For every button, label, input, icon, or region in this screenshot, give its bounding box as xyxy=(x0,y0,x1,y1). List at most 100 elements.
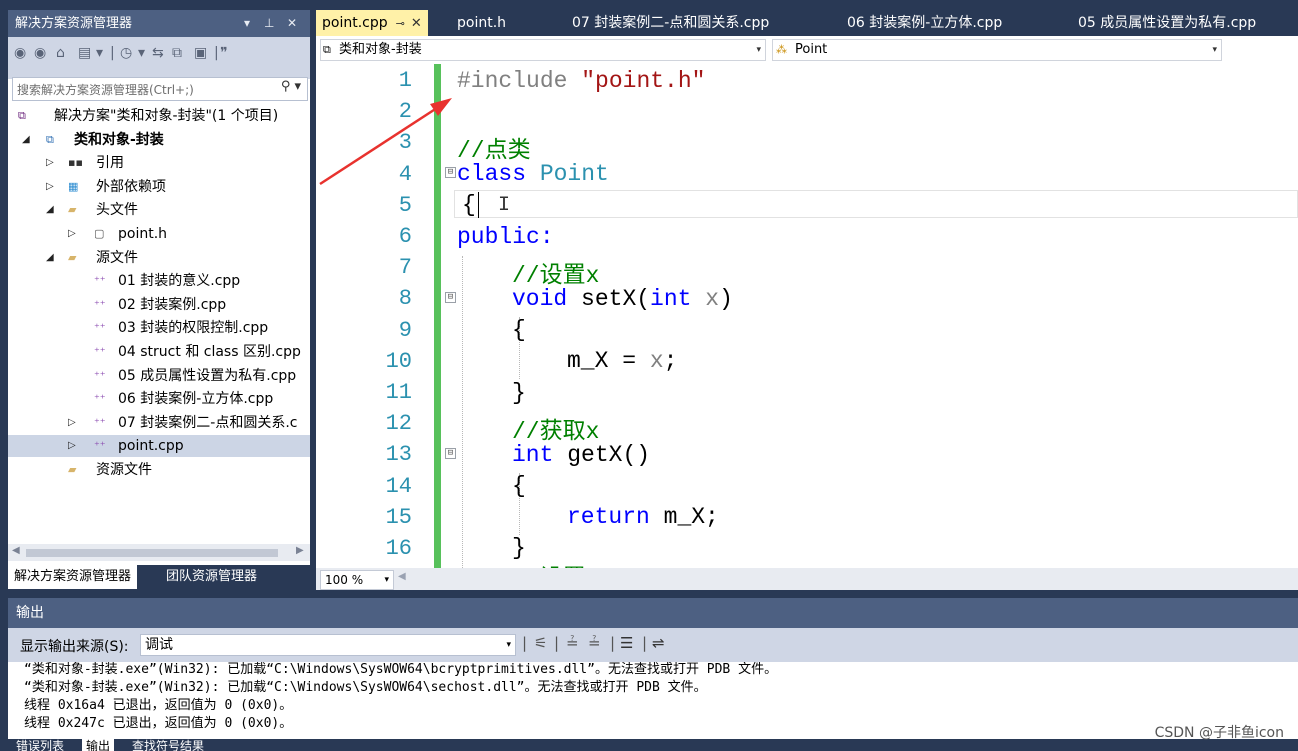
search-icon[interactable]: ⚲ ▾ xyxy=(281,79,301,94)
tab-output[interactable]: 输出 xyxy=(82,739,115,751)
line-number: 2 xyxy=(398,99,412,125)
collapsed-arrow-icon[interactable]: ▷ xyxy=(46,152,54,174)
tab-label: point.cpp xyxy=(322,15,388,31)
cpp-file-icon: ⁺⁺ xyxy=(94,321,106,335)
panel-menu-icon[interactable]: ▾ xyxy=(244,10,250,37)
word-wrap-icon[interactable]: ⇌ xyxy=(652,634,665,652)
pin-tab-icon[interactable]: ⊸ xyxy=(396,17,405,30)
tree-item[interactable]: ⁺⁺ 02 封装案例.cpp xyxy=(8,294,310,316)
zoom-dropdown[interactable]: 100 % ▾ xyxy=(320,570,394,590)
back-icon[interactable]: ◉ xyxy=(14,45,26,61)
fold-class-icon[interactable]: ⊟ xyxy=(445,167,456,178)
tree-item[interactable]: ◢ ▰ 源文件 xyxy=(8,247,310,269)
fold-setx-icon[interactable]: ⊟ xyxy=(445,292,456,303)
tree-item-label: 03 封装的权限控制.cpp xyxy=(118,320,269,337)
tab-point-cpp[interactable]: point.cpp ⊸ ✕ xyxy=(316,10,428,36)
find-message-icon[interactable]: ⚟ xyxy=(534,634,547,652)
pending-changes-icon[interactable]: ◷ xyxy=(120,45,132,61)
code-line-11: } xyxy=(512,380,526,406)
tree-item[interactable]: ◢ ⧉ 类和对象-封装 xyxy=(8,129,310,151)
change-tracking-bar xyxy=(434,64,441,568)
pin-icon[interactable]: ⊥ xyxy=(264,10,274,37)
member-dropdown[interactable]: ⁂ Point ▾ xyxy=(772,39,1222,61)
collapse-all-icon[interactable]: ⧉ xyxy=(172,45,182,61)
cpp-file-icon: ⁺⁺ xyxy=(94,439,106,453)
solution-search-input[interactable]: 搜索解决方案资源管理器(Ctrl+;) ⚲ ▾ xyxy=(12,77,308,101)
scope-dropdown[interactable]: ⧉ 类和对象-封装 ▾ xyxy=(320,39,766,61)
next-message-icon[interactable]: ≟ xyxy=(588,634,601,652)
separator-icon: | xyxy=(554,634,560,652)
tab-error-list[interactable]: 错误列表 xyxy=(12,739,68,751)
code-line-6: public: xyxy=(457,224,554,250)
expanded-arrow-icon[interactable]: ◢ xyxy=(22,129,30,151)
tree-item[interactable]: ▷ ⁺⁺ 07 封装案例二-点和圆关系.c xyxy=(8,412,310,434)
tab-solution-explorer[interactable]: 解决方案资源管理器 xyxy=(8,565,138,589)
sync-icon[interactable]: ⇆ xyxy=(152,45,164,61)
tree-item[interactable]: ▷ ⁺⁺ point.cpp xyxy=(8,435,310,458)
output-source-dropdown[interactable]: 调试 ▾ xyxy=(140,634,516,656)
fold-getx-icon[interactable]: ⊟ xyxy=(445,448,456,459)
header-file-icon: ▢ xyxy=(94,227,105,240)
close-tab-icon[interactable]: ✕ xyxy=(411,16,422,31)
tree-item[interactable]: ◢ ▰ 头文件 xyxy=(8,199,310,221)
collapsed-arrow-icon[interactable]: ▷ xyxy=(68,435,76,457)
collapsed-arrow-icon[interactable]: ▷ xyxy=(46,176,54,198)
navigation-bar: ⧉ 类和对象-封装 ▾ ⁂ Point ▾ xyxy=(316,36,1298,65)
scroll-thumb[interactable] xyxy=(26,549,278,557)
chevron-down-icon: ▾ xyxy=(1212,45,1217,55)
tree-item[interactable]: ▷ ▪▪ 引用 xyxy=(8,152,310,174)
collapsed-arrow-icon[interactable]: ▷ xyxy=(68,412,76,434)
tree-item[interactable]: ▷ ▦ 外部依赖项 xyxy=(8,176,310,198)
chevron-down-icon: ▾ xyxy=(384,575,389,585)
home-icon[interactable]: ⌂ xyxy=(56,45,65,61)
tree-item[interactable]: ⁺⁺ 01 封装的意义.cpp xyxy=(8,270,310,292)
properties-icon[interactable]: ❞ xyxy=(220,45,228,61)
tree-item-label: 01 封装的意义.cpp xyxy=(118,273,241,290)
tree-item-label: 外部依赖项 xyxy=(96,178,166,195)
previous-message-icon[interactable]: ≟ xyxy=(566,634,579,652)
tree-item-label: 07 封装案例二-点和圆关系.c xyxy=(118,414,298,431)
horizontal-scrollbar[interactable]: ◀ ▶ xyxy=(8,544,310,561)
separator-icon: | xyxy=(610,634,616,652)
code-line-8: void setX(int x) xyxy=(512,286,733,312)
dropdown-icon[interactable]: ▾ xyxy=(96,45,103,61)
tree-item[interactable]: ▰ 资源文件 xyxy=(8,459,310,481)
tree-item[interactable]: ⁺⁺ 03 封装的权限控制.cpp xyxy=(8,317,310,339)
tab-find-symbol-results[interactable]: 查找符号结果 xyxy=(128,739,208,751)
output-text[interactable]: “类和对象-封装.exe”(Win32): 已加载“C:\Windows\Sys… xyxy=(8,662,1298,736)
scope-value: 类和对象-封装 xyxy=(339,42,422,57)
tab-point-h[interactable]: point.h xyxy=(457,10,506,36)
tree-item[interactable]: ⁺⁺ 05 成员属性设置为私有.cpp xyxy=(8,365,310,387)
tree-item-label: 解决方案"类和对象-封装"(1 个项目) xyxy=(54,108,279,124)
expanded-arrow-icon[interactable]: ◢ xyxy=(46,199,54,221)
zoom-value: 100 % xyxy=(325,573,364,587)
output-line: 线程 0x247c 已退出，返回值为 0 (0x0)。 xyxy=(24,716,293,731)
tree-item[interactable]: ⧉ 解决方案"类和对象-封装"(1 个项目) xyxy=(8,105,310,127)
tab-05-cpp[interactable]: 05 成员属性设置为私有.cpp xyxy=(1078,10,1256,36)
tree-item-label: point.h xyxy=(118,226,168,242)
clear-all-icon[interactable]: ☰ xyxy=(620,634,633,652)
tree-item[interactable]: ⁺⁺ 06 封装案例-立方体.cpp xyxy=(8,388,310,410)
tree-item[interactable]: ⁺⁺ 04 struct 和 class 区别.cpp xyxy=(8,341,310,363)
code-line-3: //点类 xyxy=(457,138,531,164)
scroll-left-icon[interactable]: ◀ xyxy=(398,571,406,582)
folder-icon: ▰ xyxy=(68,463,77,476)
code-line-7: //设置x xyxy=(512,263,600,289)
show-all-files-icon[interactable]: ▣ xyxy=(194,45,207,61)
editor-status-row: 100 % ▾ ◀ xyxy=(316,568,1298,590)
code-editor[interactable]: 1 2 3 4 5 6 7 8 9 10 11 12 13 14 15 16 ⊟ ⊟ ⊟ #include "… xyxy=(316,64,1298,568)
tab-team-explorer[interactable]: 团队资源管理器 xyxy=(160,565,263,589)
collapsed-arrow-icon[interactable]: ▷ xyxy=(68,223,76,245)
switch-view-icon[interactable]: ▤ xyxy=(78,45,91,61)
forward-icon[interactable]: ◉ xyxy=(34,45,46,61)
cpp-file-icon: ⁺⁺ xyxy=(94,392,106,406)
scroll-right-icon[interactable]: ▶ xyxy=(296,545,304,556)
dropdown-icon[interactable]: ▾ xyxy=(138,45,145,61)
expanded-arrow-icon[interactable]: ◢ xyxy=(46,247,54,269)
tab-06-cpp[interactable]: 06 封装案例-立方体.cpp xyxy=(847,10,1002,36)
tab-07-cpp[interactable]: 07 封装案例二-点和圆关系.cpp xyxy=(572,10,769,36)
code-line-12: //获取x xyxy=(512,419,600,445)
scroll-left-icon[interactable]: ◀ xyxy=(12,545,20,556)
tree-item[interactable]: ▷ ▢ point.h xyxy=(8,223,310,245)
close-panel-icon[interactable]: ✕ xyxy=(287,10,297,37)
